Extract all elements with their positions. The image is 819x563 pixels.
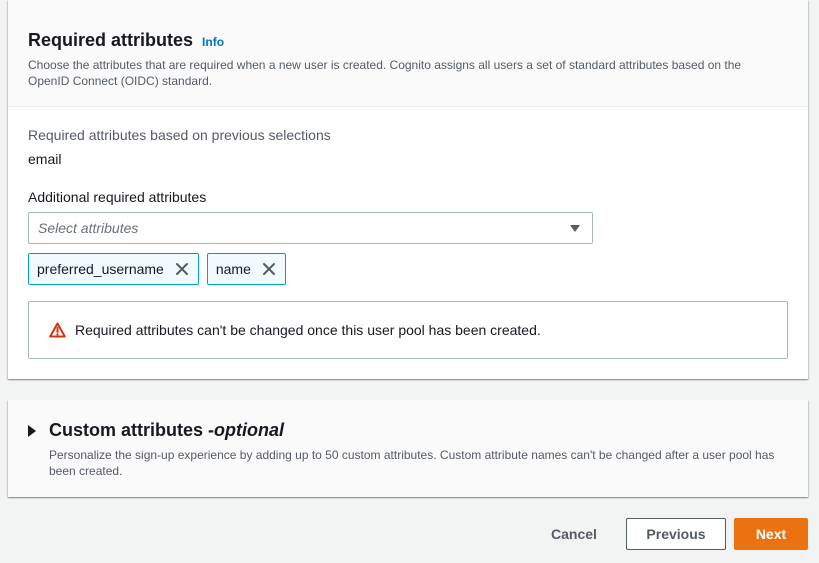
cancel-button[interactable]: Cancel <box>540 518 608 550</box>
info-link[interactable]: Info <box>202 35 224 49</box>
warning-alert-text: Required attributes can't be changed onc… <box>75 322 541 338</box>
required-attributes-body: Required attributes based on previous se… <box>8 107 808 359</box>
custom-attributes-expander[interactable]: Custom attributes - optional <box>28 420 788 441</box>
previous-selections-value: email <box>28 151 62 167</box>
token-label: preferred_username <box>37 261 164 277</box>
custom-attributes-title: Custom attributes - <box>49 420 215 440</box>
close-icon[interactable] <box>261 261 277 277</box>
caret-down-icon <box>570 224 580 232</box>
required-attributes-header: Required attributes Info Choose the attr… <box>8 0 808 107</box>
custom-attributes-panel: Custom attributes - optional Personalize… <box>8 400 808 497</box>
additional-attributes-label: Additional required attributes <box>28 189 207 205</box>
custom-attributes-optional: optional <box>214 420 285 440</box>
warning-alert: Required attributes can't be changed onc… <box>28 301 788 359</box>
custom-attributes-description: Personalize the sign-up experience by ad… <box>49 448 775 478</box>
close-icon[interactable] <box>174 261 190 277</box>
token-label: name <box>215 261 251 277</box>
required-attributes-title-row: Required attributes Info <box>28 30 788 51</box>
token-name: name <box>206 253 286 285</box>
previous-button[interactable]: Previous <box>626 518 726 550</box>
required-attributes-description: Choose the attributes that are required … <box>28 58 742 88</box>
attributes-select-placeholder: Select attributes <box>38 220 139 236</box>
required-attributes-panel: Required attributes Info Choose the attr… <box>8 0 808 379</box>
token-preferred-username: preferred_username <box>28 253 199 285</box>
caret-right-icon <box>28 424 36 437</box>
required-attributes-title: Required attributes <box>28 30 194 50</box>
previous-selections-label: Required attributes based on previous se… <box>28 127 331 143</box>
warning-icon <box>49 322 66 338</box>
attributes-select[interactable]: Select attributes <box>28 212 593 244</box>
next-button[interactable]: Next <box>734 518 808 550</box>
selected-attribute-tokens: preferred_username name <box>28 253 788 285</box>
